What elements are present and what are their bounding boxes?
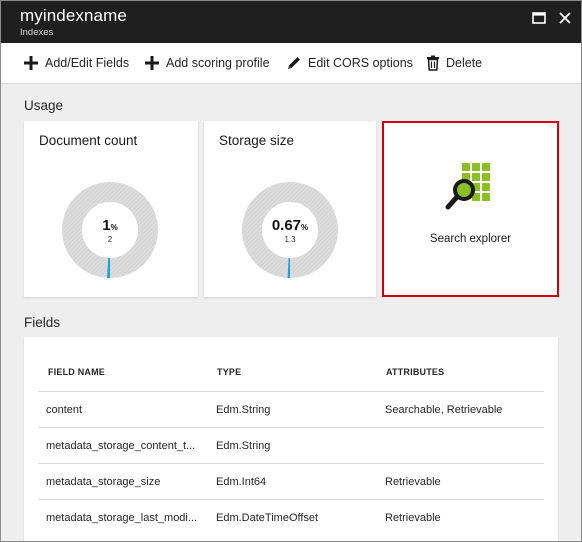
- field-type-cell: Edm.Int64: [216, 476, 267, 488]
- storage-size-sub: 1.3: [284, 235, 296, 244]
- value-unit: %: [110, 223, 118, 232]
- document-count-sub: 2: [107, 235, 113, 244]
- plus-icon: [145, 56, 159, 70]
- document-count-tile[interactable]: Document count 1% 2: [24, 121, 198, 297]
- storage-size-donut: [242, 182, 338, 279]
- add-edit-fields-label: Add/Edit Fields: [45, 56, 130, 70]
- field-type-cell: Edm.String: [216, 404, 271, 416]
- add-scoring-profile-label: Add scoring profile: [166, 56, 270, 70]
- storage-size-value: 0.67%: [250, 217, 330, 235]
- pencil-icon: [288, 57, 300, 69]
- value-number: 0.67: [271, 217, 302, 234]
- table-row[interactable]: metadata_storage_size Edm.Int64 Retrieva…: [38, 463, 544, 500]
- blade-header: myindexname Indexes: [1, 1, 581, 43]
- table-row[interactable]: metadata_storage_last_modi... Edm.DateTi…: [38, 499, 544, 536]
- command-bar: Add/Edit Fields Add scoring profile Edit…: [1, 43, 581, 84]
- field-attributes-cell: Retrievable: [385, 512, 441, 524]
- index-blade: myindexname Indexes Add/Edit Fields Add …: [0, 0, 582, 542]
- document-count-value: 1%: [70, 217, 150, 235]
- field-attributes-cell: Searchable, Retrievable: [385, 404, 503, 416]
- column-header-type[interactable]: TYPE: [217, 367, 241, 377]
- document-count-donut: [62, 182, 158, 278]
- storage-size-tile[interactable]: Storage size 0.67% 1.3: [204, 121, 376, 297]
- field-name-cell: metadata_storage_content_t...: [46, 440, 196, 452]
- fields-section-label: Fields: [24, 315, 61, 330]
- table-row[interactable]: metadata_storage_content_t... Edm.String: [38, 427, 544, 464]
- plus-icon: [24, 56, 38, 70]
- value-unit: %: [301, 223, 309, 232]
- trash-icon: [427, 55, 439, 71]
- search-explorer-label: Search explorer: [429, 233, 512, 245]
- blade-subtitle: Indexes: [20, 27, 54, 38]
- field-name-cell: metadata_storage_size: [46, 476, 161, 488]
- field-attributes-cell: Retrievable: [385, 476, 441, 488]
- field-name-cell: metadata_storage_last_modi...: [46, 512, 198, 524]
- column-header-field-name[interactable]: FIELD NAME: [48, 367, 105, 377]
- usage-section-label: Usage: [24, 98, 64, 113]
- close-icon[interactable]: [554, 7, 576, 29]
- field-name-cell: content: [46, 404, 83, 416]
- delete-label: Delete: [446, 56, 483, 70]
- field-type-cell: Edm.String: [216, 440, 271, 452]
- blade-title: myindexname: [20, 6, 127, 25]
- field-type-cell: Edm.DateTimeOffset: [216, 512, 319, 524]
- edit-cors-options-label: Edit CORS options: [308, 56, 413, 70]
- add-edit-fields-button[interactable]: Add/Edit Fields: [23, 53, 129, 73]
- delete-button[interactable]: Delete: [426, 53, 482, 73]
- edit-cors-options-button[interactable]: Edit CORS options: [286, 53, 413, 73]
- fields-table: FIELD NAME TYPE ATTRIBUTES content Edm.S…: [24, 337, 558, 541]
- search-explorer-icon: [445, 163, 490, 210]
- value-number: 1: [102, 217, 111, 234]
- maximize-icon[interactable]: [528, 7, 550, 29]
- table-row[interactable]: content Edm.String Searchable, Retrievab…: [38, 391, 544, 428]
- column-header-attributes[interactable]: ATTRIBUTES: [386, 367, 444, 377]
- search-explorer-tile[interactable]: Search explorer: [382, 121, 559, 297]
- add-scoring-profile-button[interactable]: Add scoring profile: [144, 53, 270, 73]
